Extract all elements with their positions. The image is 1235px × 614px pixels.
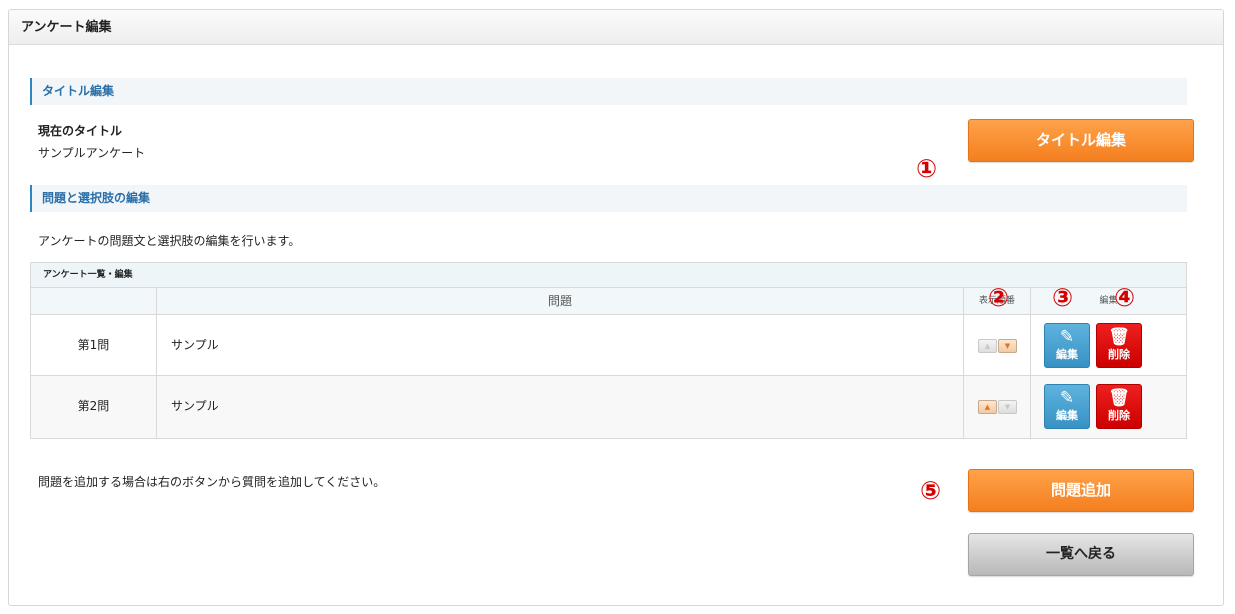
question-number: 第1問 [31, 315, 157, 375]
title-section-heading: タイトル編集 [30, 78, 1187, 105]
trash-icon: 🗑 [1108, 388, 1130, 408]
survey-question-table: アンケート一覧・編集 問題 表示順番 編集 第1問 サンプル ▲ ▼ ✎ 編集 … [30, 262, 1187, 439]
delete-label: 削除 [1108, 348, 1130, 361]
table-row: 第2問 サンプル ▲ ▼ ✎ 編集 🗑 削除 [31, 376, 1186, 438]
order-down-button[interactable]: ▼ [998, 400, 1017, 414]
pencil-icon: ✎ [1059, 388, 1075, 408]
annotation-3: ③ [1052, 283, 1074, 312]
question-number: 第2問 [31, 376, 157, 438]
annotation-1: ① [916, 154, 938, 183]
edit-question-button[interactable]: ✎ 編集 [1044, 384, 1090, 429]
order-down-button[interactable]: ▼ [998, 339, 1017, 353]
pencil-icon: ✎ [1059, 327, 1075, 347]
triangle-down-icon: ▼ [1004, 403, 1011, 411]
current-title-label: 現在のタイトル [38, 124, 123, 138]
edit-label: 編集 [1056, 348, 1078, 361]
edit-question-button[interactable]: ✎ 編集 [1044, 323, 1090, 368]
annotation-2: ② [988, 283, 1010, 312]
edit-label: 編集 [1056, 409, 1078, 422]
action-cell: ✎ 編集 🗑 削除 [1031, 315, 1186, 375]
trash-icon: 🗑 [1108, 327, 1130, 347]
header-num [31, 288, 157, 314]
order-controls: ▲ ▼ [964, 315, 1031, 375]
triangle-up-icon: ▲ [984, 403, 991, 411]
order-controls: ▲ ▼ [964, 376, 1031, 438]
order-up-button[interactable]: ▲ [978, 400, 997, 414]
panel-title: アンケート編集 [9, 10, 1223, 45]
annotation-5: ⑤ [920, 476, 942, 505]
question-text: サンプル [157, 376, 964, 438]
action-cell: ✎ 編集 🗑 削除 [1031, 376, 1186, 438]
current-title-value: サンプルアンケート [38, 146, 146, 160]
triangle-down-icon: ▼ [1004, 342, 1011, 350]
order-up-button[interactable]: ▲ [978, 339, 997, 353]
add-question-hint: 問題を追加する場合は右のボタンから質問を追加してください。 [38, 475, 386, 489]
annotation-4: ④ [1114, 283, 1136, 312]
title-edit-button[interactable]: タイトル編集 [968, 119, 1194, 162]
delete-label: 削除 [1108, 409, 1130, 422]
header-question: 問題 [157, 288, 964, 314]
question-section-description: アンケートの問題文と選択肢の編集を行います。 [38, 234, 301, 248]
delete-question-button[interactable]: 🗑 削除 [1096, 323, 1142, 368]
table-caption: アンケート一覧・編集 [31, 263, 1186, 288]
table-row: 第1問 サンプル ▲ ▼ ✎ 編集 🗑 削除 [31, 315, 1186, 376]
question-text: サンプル [157, 315, 964, 375]
delete-question-button[interactable]: 🗑 削除 [1096, 384, 1142, 429]
triangle-up-icon: ▲ [984, 342, 991, 350]
table-header: 問題 表示順番 編集 [31, 288, 1186, 315]
question-section-heading: 問題と選択肢の編集 [30, 185, 1187, 212]
back-to-list-button[interactable]: 一覧へ戻る [968, 533, 1194, 576]
add-question-button[interactable]: 問題追加 [968, 469, 1194, 512]
